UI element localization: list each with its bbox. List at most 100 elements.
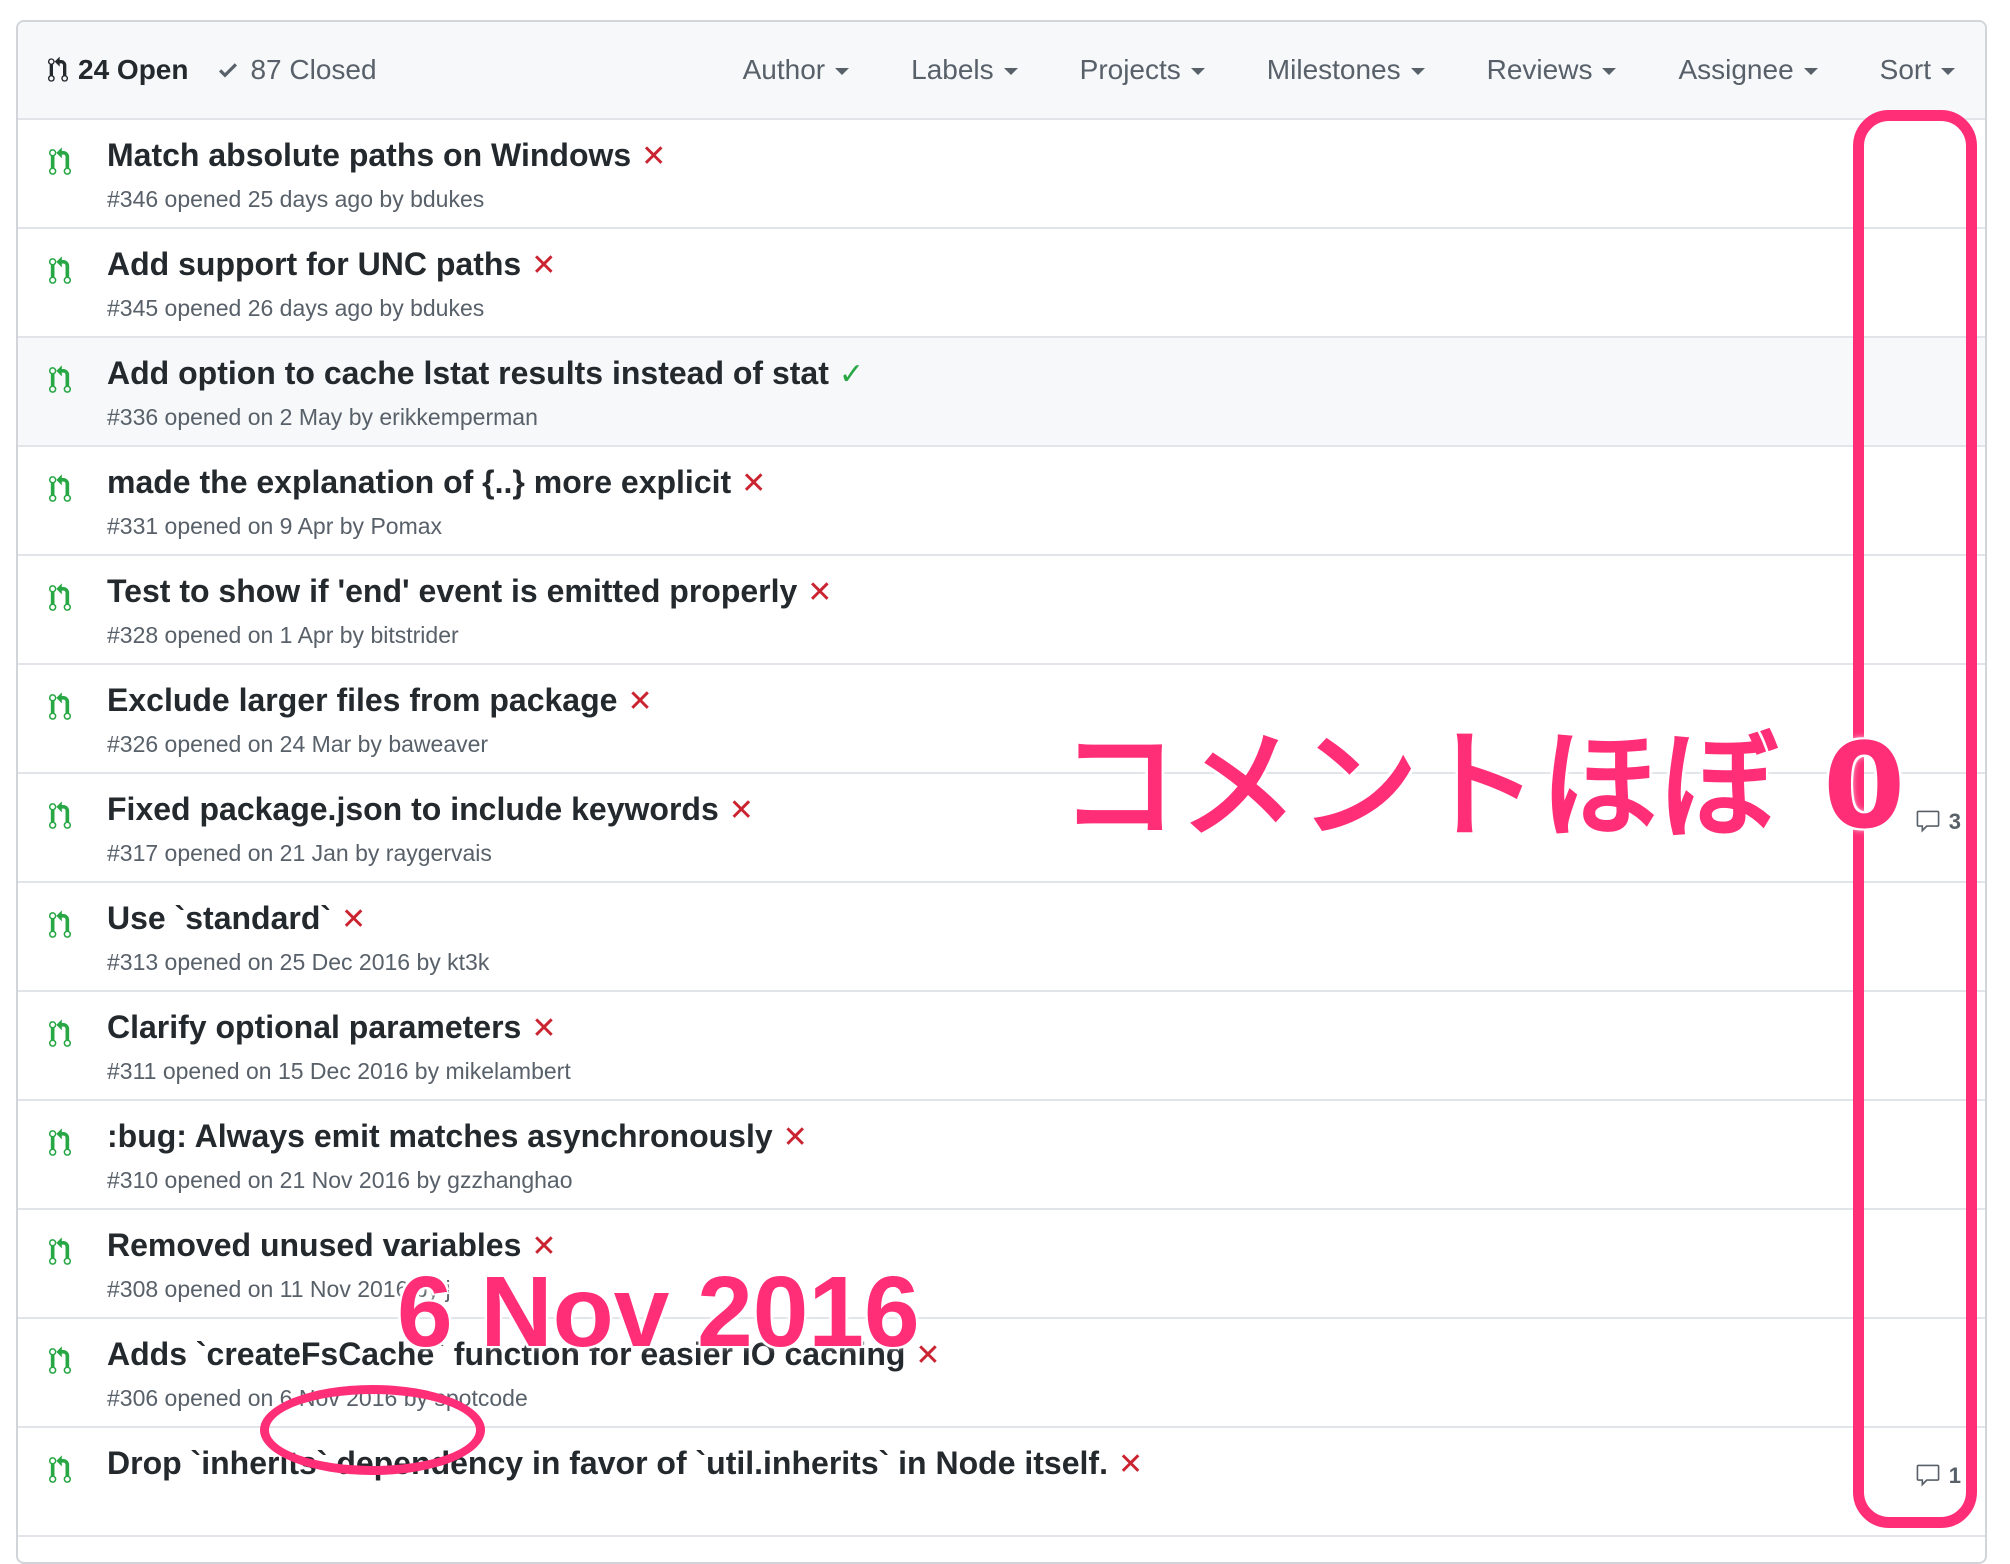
pull-request-title[interactable]: Add option to cache lstat results instea…	[107, 355, 864, 392]
x-icon[interactable]: ✕	[741, 466, 766, 501]
state-toggles: 24 Open 87 Closed	[18, 54, 405, 86]
git-pull-request-icon	[49, 1128, 71, 1156]
pull-request-row[interactable]: Drop `inherits` dependency in favor of `…	[18, 1428, 1985, 1537]
closed-count: 87 Closed	[250, 54, 377, 85]
caret-down-icon	[835, 67, 850, 75]
pull-request-title[interactable]: :bug: Always emit matches asynchronously…	[107, 1118, 808, 1155]
pull-request-title[interactable]: Add support for UNC paths ✕	[107, 246, 556, 283]
pull-request-title[interactable]: Drop `inherits` dependency in favor of `…	[107, 1445, 1143, 1482]
caret-down-icon	[1190, 67, 1205, 75]
assignee-filter[interactable]: Assignee	[1678, 54, 1818, 86]
pull-request-meta: #345 opened 26 days ago by bdukes	[107, 295, 484, 322]
author-link[interactable]: bitstrider	[370, 622, 458, 648]
list-header: 24 Open 87 Closed Author Labels Projects…	[18, 22, 1985, 120]
comment-count: 1	[1948, 1463, 1961, 1488]
pull-request-meta-text: #328 opened on 1 Apr by	[107, 622, 371, 648]
pull-request-row[interactable]: Use `standard` ✕ #313 opened on 25 Dec 201…	[18, 883, 1985, 992]
pull-request-title-text[interactable]: Removed unused variables	[107, 1227, 521, 1263]
pull-request-title[interactable]: Adds `createFsCache` function for easier…	[107, 1336, 941, 1373]
caret-down-icon	[1410, 67, 1425, 75]
pull-request-row[interactable]: Match absolute paths on Windows ✕ #346 ope…	[18, 120, 1985, 229]
pull-request-title[interactable]: Test to show if 'end' event is emitted p…	[107, 573, 832, 610]
author-filter[interactable]: Author	[743, 54, 850, 86]
pull-request-row[interactable]: Add support for UNC paths ✕ #345 opened 26…	[18, 229, 1985, 338]
open-filter[interactable]: 24 Open	[48, 54, 188, 86]
x-icon[interactable]: ✕	[641, 139, 666, 174]
labels-filter[interactable]: Labels	[911, 54, 1018, 86]
check-icon[interactable]: ✓	[839, 357, 864, 392]
pull-request-title-text[interactable]: Exclude larger files from package	[107, 682, 617, 718]
pull-request-title[interactable]: made the explanation of {..} more explic…	[107, 464, 766, 501]
pull-request-row[interactable]: Test to show if 'end' event is emitted p…	[18, 556, 1985, 665]
pull-request-row[interactable]: Add option to cache lstat results instea…	[18, 338, 1985, 447]
caret-down-icon	[1602, 67, 1617, 75]
pull-request-meta: #317 opened on 21 Jan by raygervais	[107, 840, 492, 867]
x-icon[interactable]: ✕	[627, 684, 652, 719]
caret-down-icon	[1803, 67, 1818, 75]
pull-request-title-text[interactable]: Match absolute paths on Windows	[107, 137, 631, 173]
comment-count-link[interactable]: 3	[1915, 809, 1961, 835]
pull-request-title-text[interactable]: :bug: Always emit matches asynchronously	[107, 1118, 773, 1154]
x-icon[interactable]: ✕	[1118, 1447, 1143, 1482]
x-icon[interactable]: ✕	[341, 902, 366, 937]
projects-filter[interactable]: Projects	[1080, 54, 1205, 86]
pull-request-row[interactable]: Removed unused variables ✕ #308 opened on …	[18, 1210, 1985, 1319]
pull-request-row[interactable]: Exclude larger files from package ✕ #326 o…	[18, 665, 1985, 774]
author-link[interactable]: bdukes	[410, 295, 484, 321]
reviews-filter[interactable]: Reviews	[1487, 54, 1617, 86]
author-link[interactable]: erikkemperman	[379, 404, 538, 430]
x-icon[interactable]: ✕	[531, 1011, 556, 1046]
pull-request-title-text[interactable]: Clarify optional parameters	[107, 1009, 521, 1045]
git-pull-request-icon	[48, 56, 68, 82]
pull-request-title[interactable]: Match absolute paths on Windows ✕	[107, 137, 666, 174]
check-icon	[219, 63, 238, 78]
pull-request-title-text[interactable]: Drop `inherits` dependency in favor of `…	[107, 1445, 1108, 1481]
pull-request-row[interactable]: made the explanation of {..} more explic…	[18, 447, 1985, 556]
sort-filter[interactable]: Sort	[1880, 54, 1955, 86]
author-link[interactable]: raygervais	[386, 840, 492, 866]
pull-request-title-text[interactable]: Adds `createFsCache` function for easier…	[107, 1336, 905, 1372]
comment-count-link[interactable]: 1	[1915, 1463, 1961, 1489]
author-link[interactable]: gzzhanghao	[447, 1167, 572, 1193]
x-icon[interactable]: ✕	[531, 1229, 556, 1264]
milestones-filter[interactable]: Milestones	[1267, 54, 1425, 86]
author-link[interactable]: baweaver	[388, 731, 488, 757]
git-pull-request-icon	[49, 1019, 71, 1047]
pull-request-meta-text: #345 opened 26 days ago by	[107, 295, 411, 321]
pull-request-title[interactable]: Use `standard` ✕	[107, 900, 366, 937]
pull-request-title[interactable]: Exclude larger files from package ✕	[107, 682, 653, 719]
pull-request-meta: #336 opened on 2 May by erikkemperman	[107, 404, 538, 431]
pull-request-title-text[interactable]: Test to show if 'end' event is emitted p…	[107, 573, 797, 609]
x-icon[interactable]: ✕	[531, 248, 556, 283]
x-icon[interactable]: ✕	[807, 575, 832, 610]
author-link[interactable]: mikelambert	[445, 1058, 570, 1084]
author-link[interactable]: spotcode	[434, 1385, 527, 1411]
pull-request-title-text[interactable]: Use `standard`	[107, 900, 331, 936]
author-link[interactable]: kt3k	[447, 949, 489, 975]
pull-request-meta: #346 opened 25 days ago by bdukes	[107, 186, 484, 213]
pull-request-title-text[interactable]: Fixed package.json to include keywords	[107, 791, 719, 827]
author-link[interactable]: bdukes	[410, 186, 484, 212]
x-icon[interactable]: ✕	[783, 1120, 808, 1155]
pull-request-row[interactable]: :bug: Always emit matches asynchronously…	[18, 1101, 1985, 1210]
pull-request-meta: #326 opened on 24 Mar by baweaver	[107, 731, 488, 758]
x-icon[interactable]: ✕	[729, 793, 754, 828]
pull-request-row[interactable]: Fixed package.json to include keywords ✕ #…	[18, 774, 1985, 883]
pull-request-title-text[interactable]: Add support for UNC paths	[107, 246, 521, 282]
pull-request-title-text[interactable]: Add option to cache lstat results instea…	[107, 355, 829, 391]
git-pull-request-icon	[49, 1237, 71, 1265]
pull-request-meta-text: #317 opened on 21 Jan by	[107, 840, 386, 866]
pull-request-meta-text: #311 opened on 15 Dec 2016 by	[107, 1058, 446, 1084]
pull-request-row[interactable]: Adds `createFsCache` function for easier…	[18, 1319, 1985, 1428]
pull-request-title-text[interactable]: made the explanation of {..} more explic…	[107, 464, 731, 500]
closed-filter[interactable]: 87 Closed	[216, 54, 377, 86]
pull-request-title[interactable]: Removed unused variables ✕	[107, 1227, 557, 1264]
pull-request-title[interactable]: Fixed package.json to include keywords ✕	[107, 791, 754, 828]
author-link[interactable]: j	[445, 1276, 450, 1302]
pull-request-title[interactable]: Clarify optional parameters ✕	[107, 1009, 556, 1046]
author-link[interactable]: Pomax	[370, 513, 442, 539]
pull-request-meta: #310 opened on 21 Nov 2016 by gzzhanghao	[107, 1167, 573, 1194]
pull-request-row[interactable]: Clarify optional parameters ✕ #311 opened …	[18, 992, 1985, 1101]
x-icon[interactable]: ✕	[915, 1338, 940, 1373]
pull-request-meta-text: #313 opened on 25 Dec 2016 by	[107, 949, 448, 975]
